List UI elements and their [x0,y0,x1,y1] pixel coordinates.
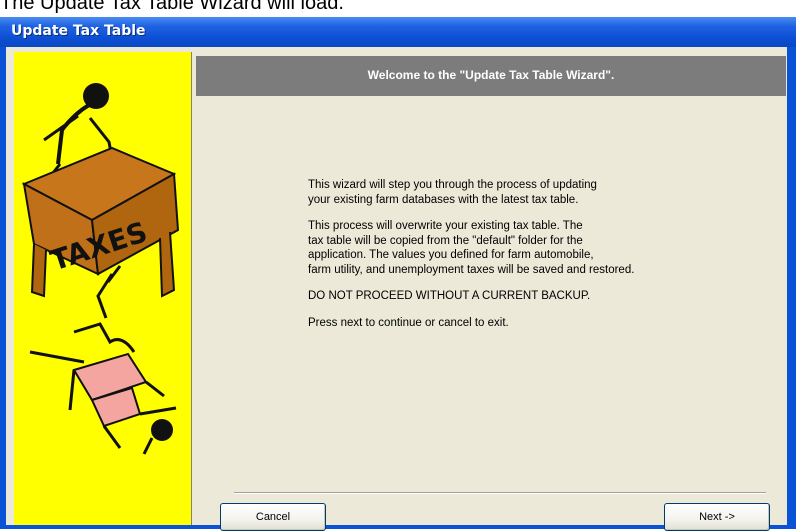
intro-paragraph: This wizard will step you through the pr… [308,179,597,206]
wizard-header-band: Welcome to the "Update Tax Table Wizard"… [196,56,786,96]
wizard-client-area: TAXES Welcome to the "Update Tax Table W… [6,47,787,531]
title-bar[interactable]: Update Tax Table [0,17,796,47]
cancel-button[interactable]: Cancel [220,503,326,531]
window-title: Update Tax Table [11,23,146,39]
next-button[interactable]: Next -> [664,503,770,531]
overwrite-paragraph: This process will overwrite your existin… [308,220,635,276]
page-caption: The Update Tax Table Wizard will load. [0,0,344,14]
taxes-desk-icon: TAXES [21,83,180,455]
wizard-sidebar-illustration: TAXES [14,52,192,525]
instruction-paragraph: Press next to continue or cancel to exit… [308,316,509,329]
wizard-heading: Welcome to the "Update Tax Table Wizard"… [367,68,615,82]
wizard-body-text: This wizard will step you through the pr… [308,178,778,342]
button-divider [234,492,766,494]
backup-warning: DO NOT PROCEED WITHOUT A CURRENT BACKUP. [308,290,591,302]
wizard-window: Update Tax Table TAXES Welcome to the "U… [0,17,796,531]
